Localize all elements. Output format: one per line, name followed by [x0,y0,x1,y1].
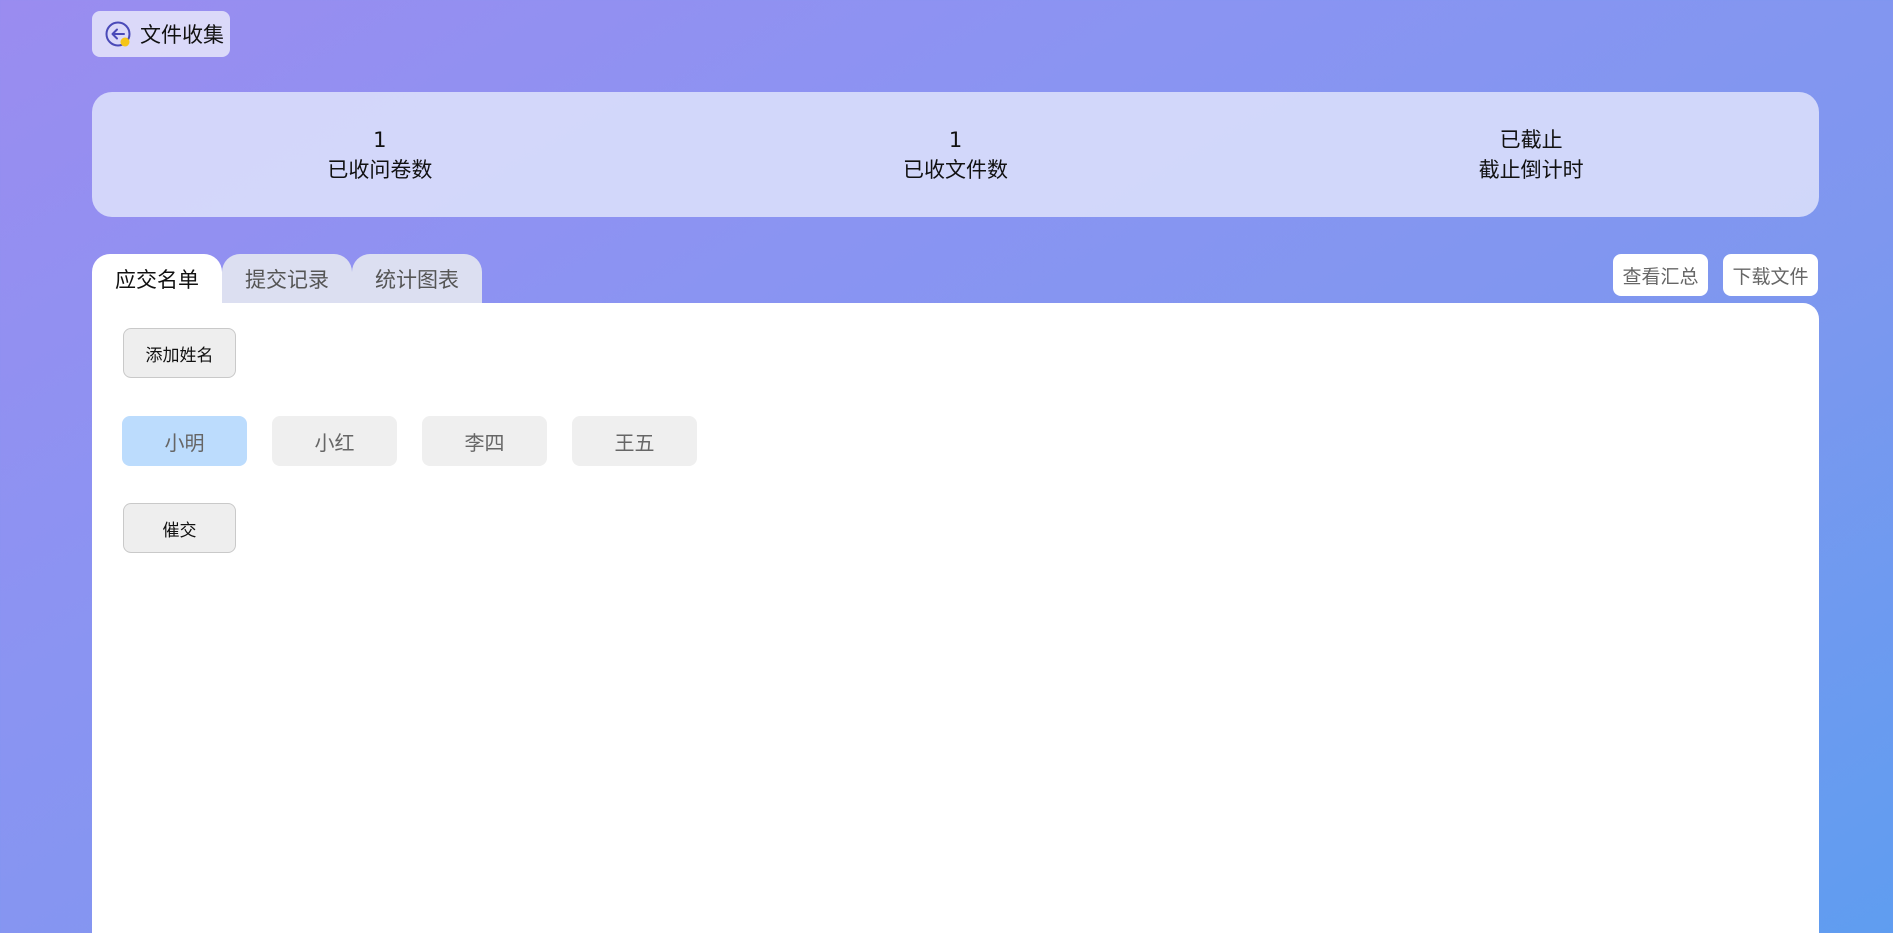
name-chip[interactable]: 小明 [122,416,247,466]
tab-panel: 添加姓名 小明 小红 李四 王五 催交 [92,303,1819,933]
stat-value: 已截止 [1499,127,1563,152]
back-label: 文件收集 [140,23,224,47]
stat-value: 1 [948,127,963,152]
name-chip[interactable]: 王五 [572,416,697,466]
stat-label: 截止倒计时 [1478,157,1584,182]
name-chip[interactable]: 李四 [422,416,547,466]
name-chip[interactable]: 小红 [272,416,397,466]
back-button[interactable]: 文件收集 [92,11,230,57]
tab-submission-records[interactable]: 提交记录 [222,254,352,303]
tab-bar: 应交名单 提交记录 统计图表 [92,254,482,303]
name-list: 小明 小红 李四 王五 [122,416,722,466]
stats-card: 1 已收问卷数 1 已收文件数 已截止 截止倒计时 [92,92,1819,217]
download-files-button[interactable]: 下载文件 [1723,254,1818,296]
tab-statistics-charts[interactable]: 统计图表 [352,254,482,303]
view-summary-button[interactable]: 查看汇总 [1613,254,1708,296]
stat-label: 已收问卷数 [327,157,433,182]
stat-questionnaires: 1 已收问卷数 [92,92,668,217]
stat-files: 1 已收文件数 [668,92,1244,217]
stat-deadline: 已截止 截止倒计时 [1243,92,1819,217]
add-name-button[interactable]: 添加姓名 [123,328,236,378]
remind-button[interactable]: 催交 [123,503,236,553]
back-arrow-icon [104,20,132,48]
tab-required-list[interactable]: 应交名单 [92,254,222,303]
stat-label: 已收文件数 [903,157,1008,182]
stat-value: 1 [373,127,387,152]
